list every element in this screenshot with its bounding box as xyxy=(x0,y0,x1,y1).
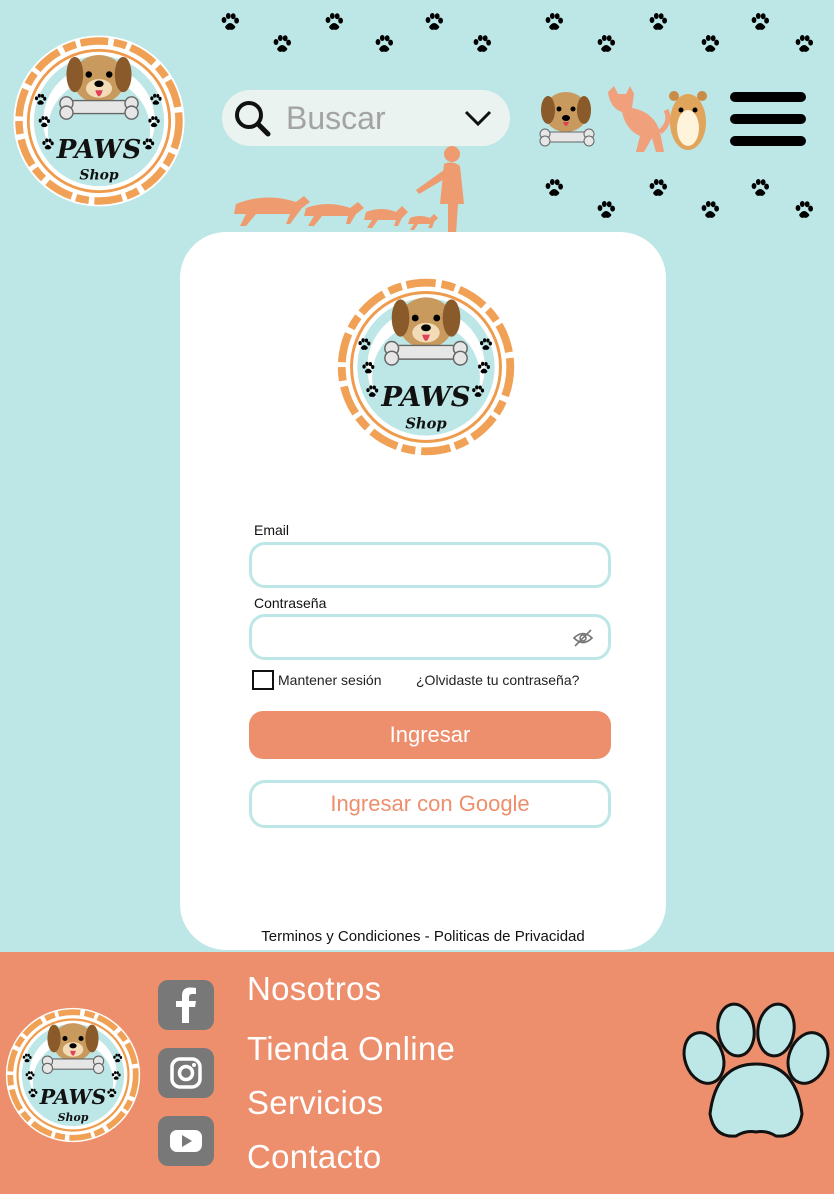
hamburger-menu-icon[interactable] xyxy=(730,92,806,148)
email-field-wrapper xyxy=(249,542,611,588)
paw-print-icon xyxy=(544,178,564,198)
login-button[interactable]: Ingresar xyxy=(249,711,611,759)
pets-illustration xyxy=(539,86,707,152)
paw-print-icon xyxy=(220,12,240,32)
forgot-password-link[interactable]: ¿Olvidaste tu contraseña? xyxy=(416,672,579,688)
password-field-wrapper xyxy=(249,614,611,660)
instagram-icon[interactable] xyxy=(158,1048,214,1098)
footer: PAWS Shop Nosotros Tienda Online Servici… xyxy=(0,952,834,1194)
logo-text-paws: PAWS xyxy=(380,381,470,413)
logo-text-shop: Shop xyxy=(58,1111,89,1124)
paw-print-icon xyxy=(700,34,720,54)
search-bar[interactable] xyxy=(222,90,510,146)
footer-link-servicios[interactable]: Servicios xyxy=(247,1084,384,1122)
paws-shop-logo[interactable]: PAWS Shop xyxy=(2,28,196,214)
password-label: Contraseña xyxy=(254,595,327,611)
remember-me-label: Mantener sesión xyxy=(278,672,382,688)
paw-print-icon xyxy=(648,178,668,198)
menu-bar xyxy=(730,136,806,146)
paw-print-icon xyxy=(324,12,344,32)
dog-walker-illustration xyxy=(234,146,464,234)
email-field[interactable] xyxy=(252,545,608,585)
paw-print-icon xyxy=(544,12,564,32)
google-login-button[interactable]: Ingresar con Google xyxy=(249,780,611,828)
paw-print-icon xyxy=(700,200,720,220)
paw-print-icon xyxy=(682,1002,830,1138)
paws-shop-logo: PAWS Shop xyxy=(328,268,524,466)
footer-link-nosotros[interactable]: Nosotros xyxy=(247,970,381,1008)
paw-print-icon xyxy=(750,178,770,198)
chevron-down-icon[interactable] xyxy=(462,104,494,132)
facebook-icon[interactable] xyxy=(158,980,214,1030)
paw-print-icon xyxy=(472,34,492,54)
paw-print-icon xyxy=(794,34,814,54)
logo-text-paws: PAWS xyxy=(39,1085,106,1109)
paw-print-icon xyxy=(794,200,814,220)
paw-print-icon xyxy=(596,200,616,220)
logo-text-paws: PAWS xyxy=(56,135,142,165)
header: PAWS Shop xyxy=(0,0,834,235)
email-label: Email xyxy=(254,522,290,538)
search-input[interactable] xyxy=(286,99,446,137)
paw-print-icon xyxy=(596,34,616,54)
paw-print-icon xyxy=(272,34,292,54)
remember-me[interactable]: Mantener sesión xyxy=(252,670,382,690)
menu-bar xyxy=(730,92,806,102)
youtube-icon[interactable] xyxy=(158,1116,214,1166)
logo-text-shop: Shop xyxy=(405,416,447,433)
terms-and-privacy-link[interactable]: Terminos y Condiciones - Politicas de Pr… xyxy=(180,928,666,945)
logo-text-shop: Shop xyxy=(79,168,118,184)
footer-link-contacto[interactable]: Contacto xyxy=(247,1138,381,1176)
remember-me-checkbox[interactable] xyxy=(252,670,274,690)
login-card: PAWS Shop Email Contraseña Mantener sesi… xyxy=(180,232,666,950)
search-icon[interactable] xyxy=(232,98,272,138)
password-field[interactable] xyxy=(252,617,608,657)
footer-link-tienda-online[interactable]: Tienda Online xyxy=(247,1030,455,1068)
paw-print-icon xyxy=(648,12,668,32)
paw-print-icon xyxy=(374,34,394,54)
paw-print-icon xyxy=(424,12,444,32)
menu-bar xyxy=(730,114,806,124)
eye-off-icon[interactable] xyxy=(572,628,594,648)
paw-print-icon xyxy=(750,12,770,32)
paws-shop-logo: PAWS Shop xyxy=(0,1000,146,1150)
